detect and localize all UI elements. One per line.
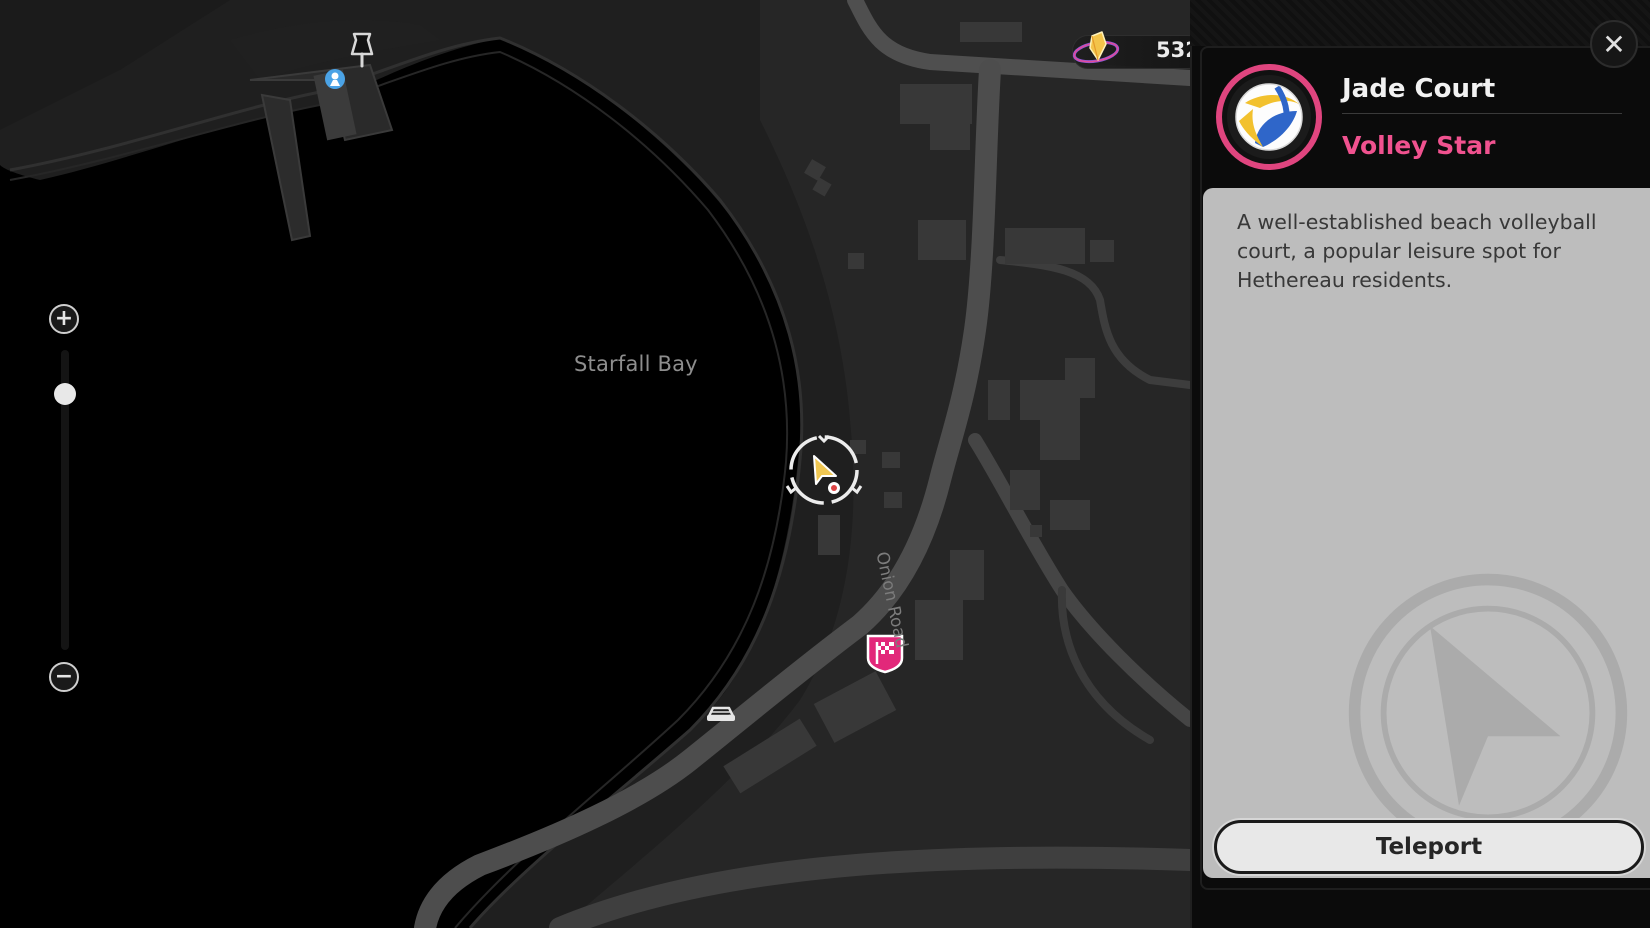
close-button[interactable]: ✕ xyxy=(1590,20,1638,68)
location-subtitle: Volley Star xyxy=(1342,131,1496,160)
plus-icon: + xyxy=(54,306,74,331)
teleport-button[interactable]: Teleport xyxy=(1214,820,1644,874)
close-icon: ✕ xyxy=(1602,27,1626,61)
crystal-orb-icon xyxy=(1072,31,1120,64)
title-divider xyxy=(1342,113,1622,114)
compass-watermark-icon xyxy=(1348,573,1628,853)
minus-icon: − xyxy=(54,664,74,689)
npc-marker-icon[interactable] xyxy=(325,69,345,89)
panel-header-pattern xyxy=(1190,0,1650,46)
bay-label: Starfall Bay xyxy=(574,352,698,376)
location-title: Jade Court xyxy=(1342,74,1496,104)
zoom-in-button[interactable]: + xyxy=(49,304,79,334)
zoom-out-button[interactable]: − xyxy=(49,662,79,692)
location-description: A well-established beach volleyball cour… xyxy=(1237,210,1597,292)
description-card: A well-established beach volleyball cour… xyxy=(1203,188,1650,878)
map-screen: Starfall Bay Onion Road + − 532 ✕ Jade C… xyxy=(0,0,1650,928)
volleyball-icon xyxy=(1216,64,1322,170)
